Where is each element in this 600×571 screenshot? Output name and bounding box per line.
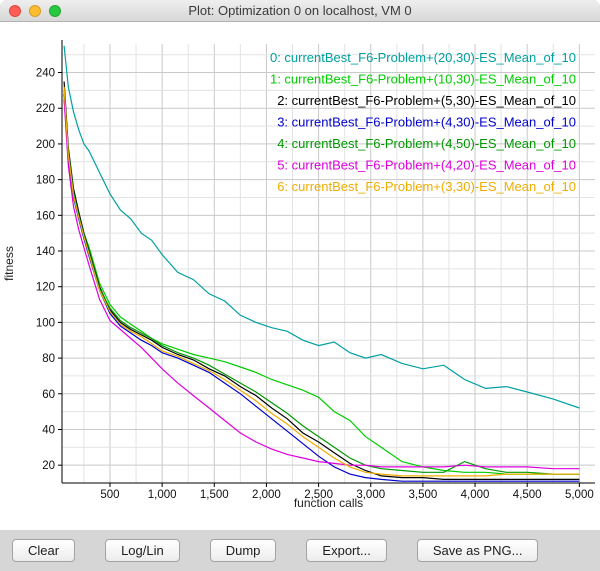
legend-entry: 6: currentBest_F6-Problem+(3,30)-ES_Mean… <box>277 179 576 194</box>
legend-entry: 0: currentBest_F6-Problem+(20,30)-ES_Mea… <box>270 50 576 65</box>
y-tick-label: 60 <box>42 389 55 401</box>
legend-entry: 5: currentBest_F6-Problem+(4,20)-ES_Mean… <box>277 158 576 173</box>
zoom-button[interactable] <box>49 5 61 17</box>
dump-button[interactable]: Dump <box>210 539 277 562</box>
window-title: Plot: Optimization 0 on localhost, VM 0 <box>188 3 411 18</box>
y-axis-title: fitness <box>2 246 16 281</box>
y-tick-label: 120 <box>36 282 55 294</box>
save-png-button[interactable]: Save as PNG... <box>417 539 539 562</box>
y-tick-label: 80 <box>42 353 55 365</box>
legend-entry: 2: currentBest_F6-Problem+(5,30)-ES_Mean… <box>277 93 576 108</box>
title-bar[interactable]: Plot: Optimization 0 on localhost, VM 0 <box>0 0 600 22</box>
minimize-button[interactable] <box>29 5 41 17</box>
y-tick-label: 180 <box>36 175 55 187</box>
plot-window: Plot: Optimization 0 on localhost, VM 0 … <box>0 0 600 571</box>
x-tick-label: 1,500 <box>200 489 229 501</box>
plot-panel: 5001,0001,5002,0002,5003,0003,5004,0004,… <box>0 22 600 530</box>
y-tick-label: 140 <box>36 246 55 258</box>
y-tick-label: 40 <box>42 424 55 436</box>
fitness-chart[interactable]: 5001,0001,5002,0002,5003,0003,5004,0004,… <box>0 22 600 530</box>
legend-entry: 4: currentBest_F6-Problem+(4,50)-ES_Mean… <box>277 136 576 151</box>
traffic-lights <box>9 5 61 17</box>
y-tick-label: 100 <box>36 317 55 329</box>
x-tick-label: 3,500 <box>409 489 438 501</box>
y-tick-label: 240 <box>36 68 55 80</box>
y-tick-label: 200 <box>36 139 55 151</box>
x-axis-title: function calls <box>294 496 363 510</box>
clear-button[interactable]: Clear <box>12 539 75 562</box>
export-button[interactable]: Export... <box>306 539 386 562</box>
x-tick-label: 2,000 <box>252 489 281 501</box>
loglin-button[interactable]: Log/Lin <box>105 539 180 562</box>
y-tick-label: 20 <box>42 460 55 472</box>
button-bar: Clear Log/Lin Dump Export... Save as PNG… <box>0 530 600 571</box>
x-tick-label: 5,000 <box>565 489 594 501</box>
y-tick-label: 220 <box>36 103 55 115</box>
y-tick-label: 160 <box>36 210 55 222</box>
x-tick-label: 500 <box>100 489 119 501</box>
legend-entry: 1: currentBest_F6-Problem+(10,30)-ES_Mea… <box>270 72 576 87</box>
x-tick-label: 1,000 <box>148 489 177 501</box>
legend-entry: 3: currentBest_F6-Problem+(4,30)-ES_Mean… <box>277 115 576 130</box>
close-button[interactable] <box>9 5 21 17</box>
x-tick-label: 4,500 <box>513 489 542 501</box>
x-tick-label: 4,000 <box>461 489 490 501</box>
